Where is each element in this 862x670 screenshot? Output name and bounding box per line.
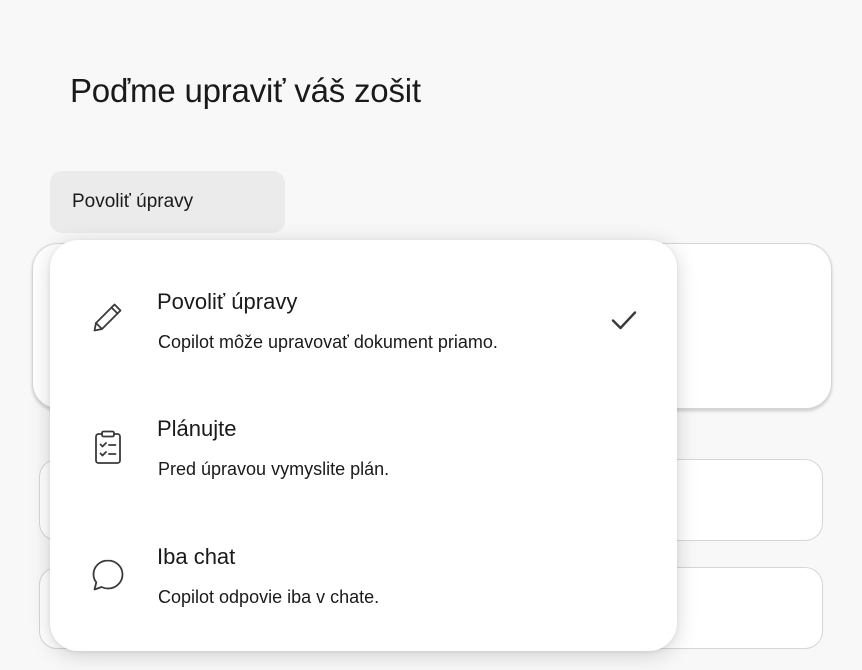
chat-bubble-icon [88,555,128,595]
menu-item-description: Copilot odpovie iba v chate. [158,587,380,607]
clipboard-checklist-icon [88,427,128,467]
menu-item-chat-only[interactable]: Iba chat Copilot odpovie iba v chate. [50,526,677,636]
menu-item-title: Povoliť úpravy [157,289,298,314]
menu-item-title: Iba chat [157,544,236,569]
menu-item-description: Pred úpravou vymyslite plán. [158,459,390,479]
checkmark-icon [608,304,640,336]
edit-mode-dropdown-menu: Povoliť úpravy Copilot môže upravovať do… [50,240,677,651]
page-title: Poďme upraviť váš zošit [70,72,421,109]
menu-item-allow-edits[interactable]: Povoliť úpravy Copilot môže upravovať do… [50,270,677,380]
menu-item-plan[interactable]: Plánujte Pred úpravou vymyslite plán. [50,398,677,508]
edit-mode-button[interactable]: Povoliť úpravy [50,171,285,233]
pencil-icon [88,297,128,337]
edit-mode-button-label: Povoliť úpravy [72,191,194,212]
menu-item-title: Plánujte [157,416,237,441]
menu-item-description: Copilot môže upravovať dokument priamo. [158,332,498,352]
